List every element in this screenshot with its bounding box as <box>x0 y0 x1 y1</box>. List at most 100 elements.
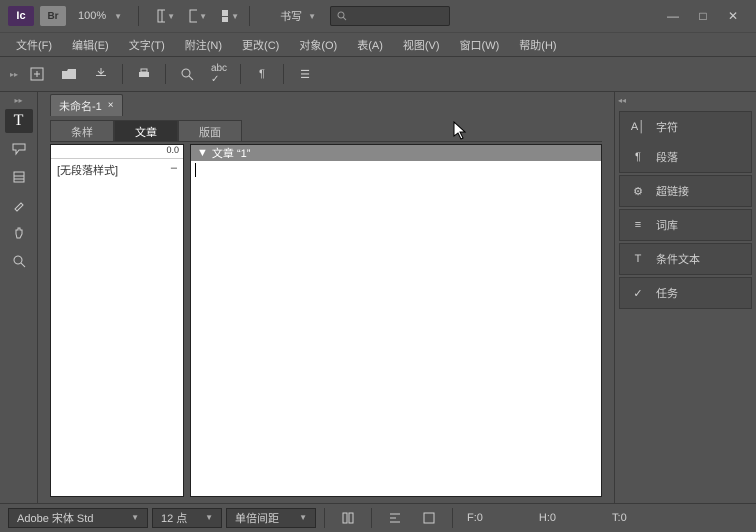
columns-icon[interactable] <box>333 504 363 532</box>
search-tool-icon[interactable] <box>172 60 202 88</box>
menu-object[interactable]: 对象(O) <box>291 35 345 55</box>
zoom-dropdown[interactable]: 100% ▼ <box>72 8 128 24</box>
document-tab[interactable]: 未命名-1 × <box>50 94 123 116</box>
collapse-toggle[interactable]: ◂◂ <box>615 96 629 109</box>
menu-help[interactable]: 帮助(H) <box>511 35 564 55</box>
bridge-button[interactable]: Br <box>40 6 66 26</box>
menu-text[interactable]: 文字(T) <box>121 35 173 55</box>
panel-character[interactable]: A│字符 <box>620 112 751 142</box>
separator <box>122 64 123 84</box>
font-dropdown[interactable]: Adobe 宋体 Std▼ <box>8 508 148 528</box>
separator <box>283 64 284 84</box>
panel-tasks[interactable]: ✓任务 <box>620 278 751 308</box>
info-icon[interactable] <box>414 504 444 532</box>
panel-thesaurus[interactable]: ≡ 词库 <box>620 210 751 240</box>
save-icon[interactable] <box>86 60 116 88</box>
size-value: 12 点 <box>161 510 187 526</box>
menu-lines-icon[interactable]: ☰ <box>290 60 320 88</box>
app-logo: Ic <box>8 6 34 26</box>
separator <box>324 508 325 528</box>
close-icon[interactable]: × <box>108 100 114 111</box>
separator <box>249 6 250 26</box>
center-area: 未命名-1 × 条样 文章 版面 0.0 [无段落样式] – ▼ 文章 “1” <box>38 92 614 503</box>
link-icon: ⚙ <box>630 185 646 198</box>
menu-notes[interactable]: 附注(N) <box>177 35 230 55</box>
panel-conditional-text[interactable]: T条件文本 <box>620 244 751 274</box>
workspace-dropdown[interactable]: 书写 ▼ <box>280 8 316 24</box>
view-mode-icon[interactable]: ▼ <box>157 7 175 25</box>
print-icon[interactable] <box>129 60 159 88</box>
left-toolbox: ▸▸ T <box>0 92 38 503</box>
menu-window[interactable]: 窗口(W) <box>452 35 508 55</box>
panel-hyperlink[interactable]: ⚙超链接 <box>620 176 751 206</box>
spacing-value: 单倍间距 <box>235 510 279 526</box>
main-area: ▸▸ T 未命名-1 × 条样 文章 版面 0.0 [无段落样式] – <box>0 92 756 503</box>
style-row[interactable]: [无段落样式] – <box>51 159 183 181</box>
view-tab-galley[interactable]: 条样 <box>50 120 114 141</box>
panel-paragraph[interactable]: ¶ 段落 <box>620 142 751 172</box>
statusbar: Adobe 宋体 Std▼ 12 点▼ 单倍间距▼ F:0 H:0 T:0 <box>0 503 756 531</box>
panel-label: 条件文本 <box>656 251 700 267</box>
type-tool[interactable]: T <box>5 109 33 133</box>
line-spacing-dropdown[interactable]: 单倍间距▼ <box>226 508 316 528</box>
workspace-label: 书写 <box>280 8 302 24</box>
align-icon[interactable] <box>380 504 410 532</box>
chevron-down-icon: ▼ <box>308 12 316 21</box>
text-cursor <box>195 163 196 177</box>
status-h: H:0 <box>533 512 562 524</box>
collapse-toggle[interactable]: ▸▸ <box>13 96 25 105</box>
zoom-value: 100% <box>78 10 106 22</box>
open-icon[interactable] <box>54 60 84 88</box>
separator <box>138 6 139 26</box>
arrange-icon[interactable]: ▼ <box>221 7 239 25</box>
position-tool[interactable] <box>5 165 33 189</box>
titlebar: Ic Br 100% ▼ ▼ ▼ ▼ 书写 ▼ ― □ ✕ <box>0 0 756 32</box>
article-header[interactable]: ▼ 文章 “1” <box>191 145 601 161</box>
screen-mode-icon[interactable]: ▼ <box>189 7 207 25</box>
spellcheck-icon[interactable]: abc✓ <box>204 60 234 88</box>
style-mark: – <box>171 162 177 178</box>
eyedropper-tool[interactable] <box>5 193 33 217</box>
panel-label: 字符 <box>656 119 678 135</box>
separator <box>240 64 241 84</box>
styles-ruler: 0.0 <box>51 145 183 159</box>
minimize-button[interactable]: ― <box>666 9 680 23</box>
view-tab-story[interactable]: 文章 <box>114 120 178 141</box>
note-tool[interactable] <box>5 137 33 161</box>
search-input[interactable] <box>330 6 450 26</box>
separator <box>165 64 166 84</box>
zoom-tool[interactable] <box>5 249 33 273</box>
style-name: [无段落样式] <box>57 162 118 178</box>
chevron-down-icon: ▼ <box>114 12 122 21</box>
search-icon <box>337 11 347 21</box>
font-value: Adobe 宋体 Std <box>17 510 93 526</box>
document-tab-label: 未命名-1 <box>59 98 102 114</box>
close-button[interactable]: ✕ <box>726 9 740 23</box>
list-icon: ≡ <box>630 219 646 231</box>
right-panels: ◂◂ A│字符 ¶ 段落 ⚙超链接 ≡ 词库 T条件文本 ✓任务 <box>614 92 756 503</box>
hand-tool[interactable] <box>5 221 33 245</box>
menu-edit[interactable]: 编辑(E) <box>64 35 117 55</box>
article-title: 文章 “1” <box>212 145 251 161</box>
styles-panel: 0.0 [无段落样式] – <box>50 144 184 497</box>
panel-label: 任务 <box>656 285 678 301</box>
pilcrow-icon: ¶ <box>630 151 646 163</box>
panel-label: 段落 <box>656 149 678 165</box>
new-icon[interactable] <box>22 60 52 88</box>
font-size-dropdown[interactable]: 12 点▼ <box>152 508 222 528</box>
menubar: 文件(F) 编辑(E) 文字(T) 附注(N) 更改(C) 对象(O) 表(A)… <box>0 32 756 56</box>
maximize-button[interactable]: □ <box>696 9 710 23</box>
menu-table[interactable]: 表(A) <box>349 35 391 55</box>
status-f: F:0 <box>461 512 489 524</box>
view-tab-layout[interactable]: 版面 <box>178 120 242 141</box>
menu-changes[interactable]: 更改(C) <box>234 35 287 55</box>
separator <box>452 508 453 528</box>
pilcrow-icon[interactable]: ¶ <box>247 60 277 88</box>
article-body[interactable] <box>191 161 601 496</box>
menu-file[interactable]: 文件(F) <box>8 35 60 55</box>
menu-view[interactable]: 视图(V) <box>395 35 448 55</box>
panel-label: 词库 <box>656 217 678 233</box>
collapse-toggle[interactable]: ▸▸ <box>8 70 20 79</box>
document-tabs: 未命名-1 × <box>38 92 614 116</box>
view-tabs: 条样 文章 版面 <box>50 120 602 142</box>
